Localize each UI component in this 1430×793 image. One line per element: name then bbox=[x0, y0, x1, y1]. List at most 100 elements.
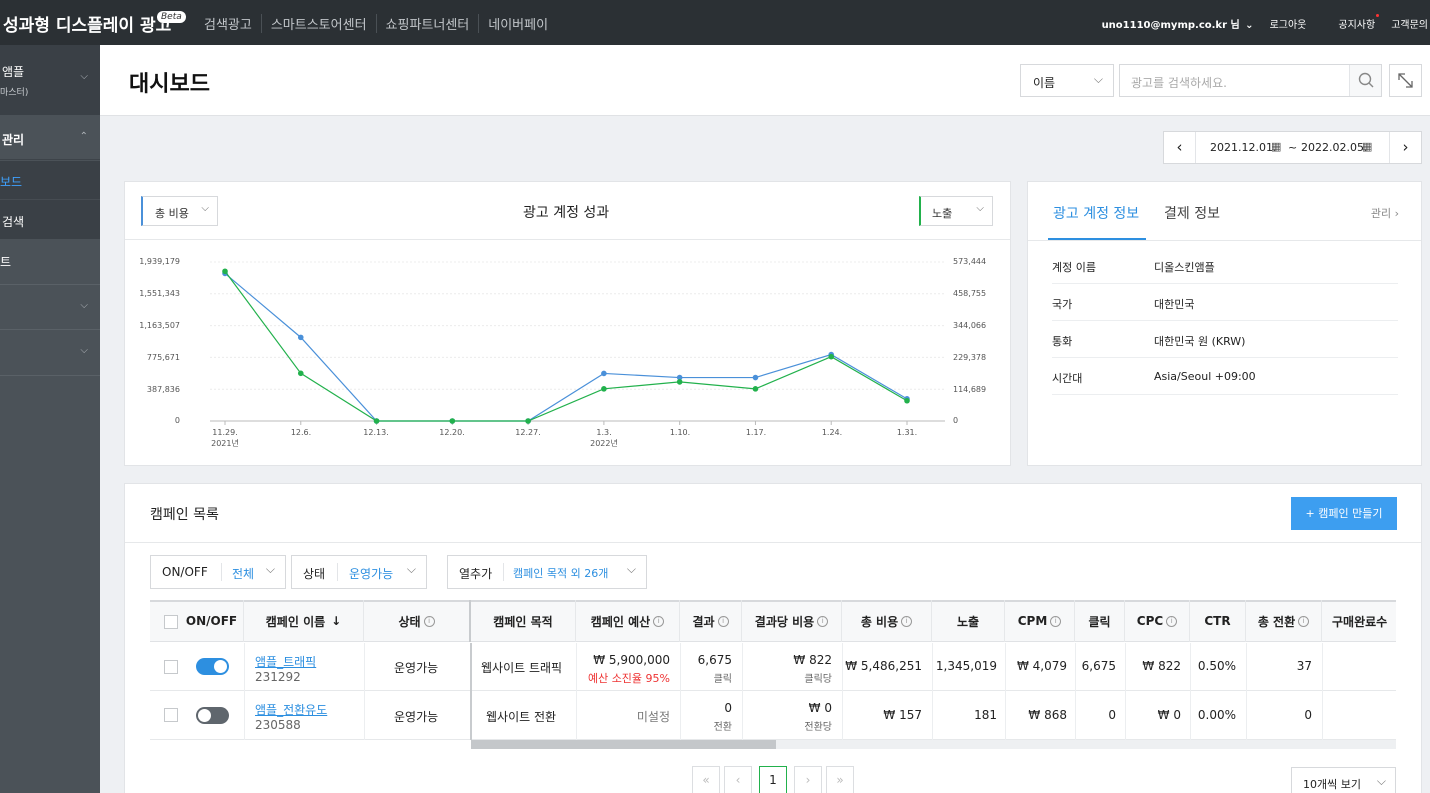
chevron-down-icon: ⌵ bbox=[1093, 72, 1103, 86]
th-budget[interactable]: 캠페인 예산 i bbox=[576, 600, 680, 642]
info-row-account-name: 계정 이름 디올스킨앰플 bbox=[1052, 247, 1398, 284]
select-all-checkbox[interactable] bbox=[164, 615, 178, 629]
prev-period-button[interactable]: ‹ bbox=[1164, 132, 1196, 163]
th-total-cost[interactable]: 총 비용 i bbox=[842, 600, 932, 642]
info-icon[interactable]: i bbox=[817, 615, 829, 627]
campaign-onoff-toggle[interactable] bbox=[196, 658, 229, 675]
x-tick: 1.31. bbox=[896, 428, 918, 437]
nav-shopping-partner[interactable]: 쇼핑파트너센터 bbox=[375, 14, 479, 33]
th-result[interactable]: 결과 i bbox=[680, 600, 742, 642]
info-icon[interactable]: i bbox=[901, 615, 913, 627]
info-icon[interactable]: i bbox=[717, 615, 729, 627]
add-columns-filter[interactable]: 열추가 캠페인 목적 외 26개 ⌵ bbox=[447, 555, 647, 589]
info-icon[interactable]: i bbox=[653, 615, 665, 627]
cpc: ₩ 822 bbox=[1142, 659, 1181, 673]
horizontal-scrollbar[interactable] bbox=[471, 740, 1396, 749]
filter-value: 전체 bbox=[232, 567, 255, 581]
info-icon[interactable]: i bbox=[1298, 615, 1310, 627]
th-status[interactable]: 상태 i bbox=[364, 600, 471, 642]
campaign-name-link[interactable]: 앰플_트래픽 bbox=[255, 653, 316, 670]
sidebar-section-manage[interactable]: 관리 ⌃ bbox=[0, 115, 100, 160]
tab-account-info[interactable]: 광고 계정 정보 bbox=[1053, 203, 1139, 223]
info-key: 시간대 bbox=[1052, 372, 1083, 385]
conversions: 0 bbox=[1304, 708, 1312, 722]
manage-label: 관리 bbox=[1370, 207, 1392, 220]
end-date[interactable]: 2022.02.05. bbox=[1301, 141, 1367, 154]
next-page-button[interactable]: › bbox=[794, 766, 822, 793]
logout-link[interactable]: 로그아웃 bbox=[1270, 16, 1307, 31]
th-ctr[interactable]: CTR bbox=[1190, 600, 1246, 642]
date-separator: ~ bbox=[1288, 141, 1298, 154]
th-purpose[interactable]: 캠페인 목적 bbox=[471, 600, 576, 642]
expand-button[interactable] bbox=[1389, 64, 1422, 97]
filter-value: 캠페인 목적 외 26개 bbox=[513, 567, 609, 580]
th-clicks[interactable]: 클릭 bbox=[1075, 600, 1125, 642]
row-checkbox[interactable] bbox=[164, 660, 178, 674]
chevron-down-icon: ⌵ bbox=[626, 562, 636, 576]
impressions: 1,345,019 bbox=[935, 659, 997, 673]
brand-title[interactable]: 성과형 디스플레이 광고 bbox=[3, 11, 171, 36]
sidebar-collapsed-group-2[interactable]: ⌵ bbox=[0, 330, 100, 376]
calendar-icon[interactable]: ▦ bbox=[1271, 140, 1281, 153]
row-checkbox[interactable] bbox=[164, 708, 178, 722]
th-cpc[interactable]: CPC i bbox=[1125, 600, 1190, 642]
onoff-filter[interactable]: ON/OFF 전체 ⌵ bbox=[150, 555, 286, 589]
manage-link[interactable]: 관리 › bbox=[1371, 205, 1399, 221]
clicks: 0 bbox=[1108, 708, 1116, 722]
first-page-button[interactable]: « bbox=[692, 766, 720, 793]
ctr: 0.50% bbox=[1197, 659, 1236, 673]
info-icon[interactable]: i bbox=[1050, 615, 1062, 627]
page-number-button[interactable]: 1 bbox=[759, 766, 787, 793]
page-size-select[interactable]: 10개씩 보기 ⌵ bbox=[1291, 767, 1396, 793]
x-tick: 12.20. bbox=[439, 428, 465, 437]
divider bbox=[932, 643, 933, 740]
th-conversions[interactable]: 총 전환 i bbox=[1246, 600, 1322, 642]
calendar-icon[interactable]: ▦ bbox=[1362, 140, 1372, 153]
next-period-button[interactable]: › bbox=[1389, 132, 1421, 163]
tab-payment-info[interactable]: 결제 정보 bbox=[1164, 203, 1220, 223]
campaign-budget: 미설정 bbox=[636, 710, 670, 724]
info-icon[interactable]: i bbox=[423, 615, 435, 627]
start-date[interactable]: 2021.12.01. bbox=[1210, 141, 1276, 154]
th-campaign-name[interactable]: 캠페인 이름 ↓ bbox=[244, 600, 364, 642]
last-page-button[interactable]: » bbox=[826, 766, 854, 793]
budget-usage-note: 예산 소진율 95% bbox=[587, 672, 670, 685]
user-account-menu[interactable]: uno1110@mymp.co.kr 님 ⌄ bbox=[1086, 16, 1254, 31]
campaign-name-link[interactable]: 앰플_전환유도 bbox=[255, 701, 327, 718]
th-onoff[interactable]: ON/OFF bbox=[180, 600, 244, 642]
nav-smartstore[interactable]: 스마트스토어센터 bbox=[260, 14, 376, 33]
x-tick: 1.17. bbox=[745, 428, 767, 437]
th-cpm[interactable]: CPM i bbox=[1005, 600, 1075, 642]
expand-icon bbox=[1398, 73, 1413, 88]
search-input[interactable]: 광고를 검색하세요. bbox=[1119, 64, 1382, 97]
sidebar-collapsed-group-1[interactable]: ⌵ bbox=[0, 285, 100, 330]
nav-naverpay[interactable]: 네이버페이 bbox=[478, 14, 557, 33]
scrollbar-thumb[interactable] bbox=[471, 740, 776, 749]
header-label: 결과당 비용 bbox=[754, 614, 815, 629]
sidebar-item-dashboard[interactable]: 보드 bbox=[0, 161, 100, 199]
x-tick: 12.13. bbox=[363, 428, 389, 437]
th-cost-per-result[interactable]: 결과당 비용 i bbox=[742, 600, 842, 642]
search-button[interactable] bbox=[1349, 65, 1381, 96]
status-filter[interactable]: 상태 운영가능 ⌵ bbox=[291, 555, 427, 589]
info-icon[interactable]: i bbox=[1166, 615, 1178, 627]
divider bbox=[1005, 643, 1006, 740]
clicks: 6,675 bbox=[1081, 659, 1116, 673]
campaign-onoff-toggle[interactable] bbox=[196, 707, 229, 724]
sidebar-item-third[interactable]: 트 bbox=[0, 239, 100, 285]
search-type-select[interactable]: 이름 ⌵ bbox=[1020, 64, 1114, 97]
support-link[interactable]: 고객문의 bbox=[1391, 16, 1428, 31]
sort-arrow-down-icon: ↓ bbox=[331, 614, 342, 628]
account-switcher[interactable]: 앰플 마스터) ⌵ bbox=[0, 45, 100, 115]
notice-link[interactable]: 공지사항 bbox=[1322, 14, 1380, 31]
prev-page-button[interactable]: ‹ bbox=[724, 766, 752, 793]
cost-per-result: ₩ 822 bbox=[793, 653, 832, 667]
th-impressions[interactable]: 노출 bbox=[932, 600, 1005, 642]
th-purchases[interactable]: 구매완료수 bbox=[1322, 600, 1396, 642]
chevron-right-icon: › bbox=[1402, 138, 1409, 156]
campaign-purpose: 웹사이트 트래픽 bbox=[481, 661, 563, 675]
create-campaign-button[interactable]: + 캠페인 만들기 bbox=[1291, 497, 1397, 530]
nav-search-ads[interactable]: 검색광고 bbox=[195, 14, 261, 33]
divider bbox=[1246, 643, 1247, 740]
sidebar-item-search[interactable]: 검색 bbox=[0, 199, 100, 239]
